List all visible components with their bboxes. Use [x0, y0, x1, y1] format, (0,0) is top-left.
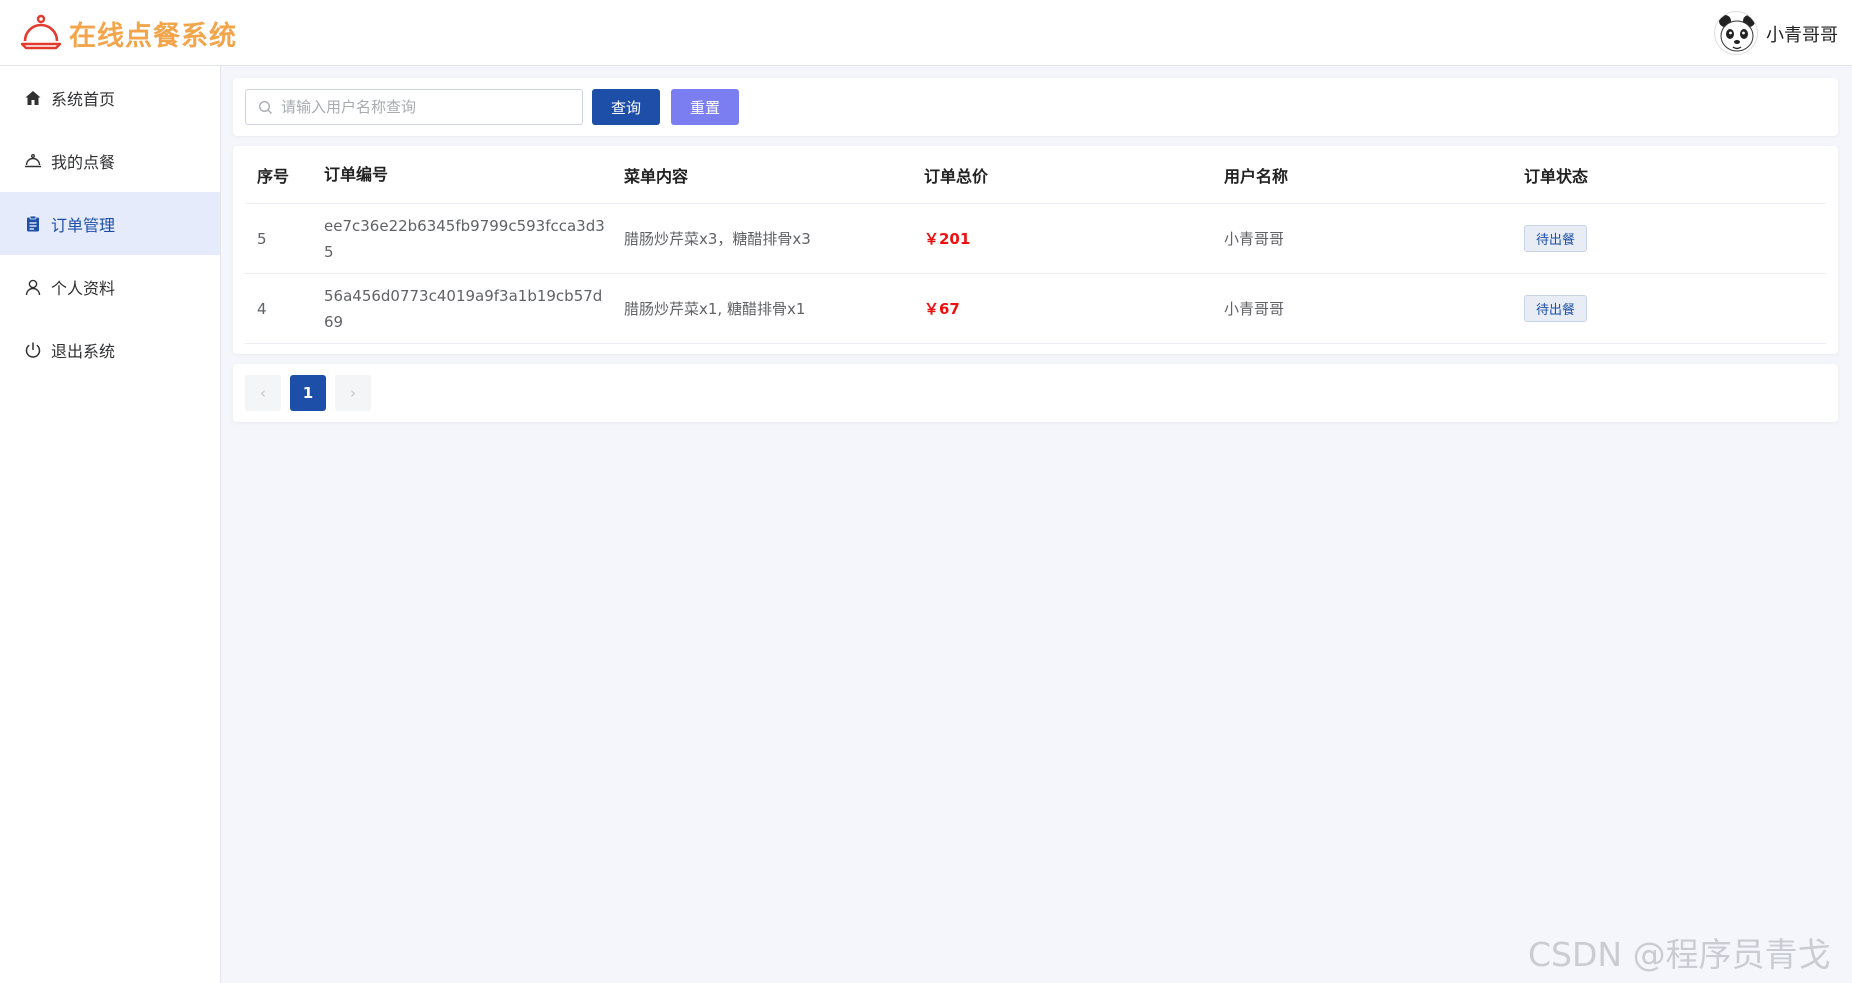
orders-table: 序号 订单编号 菜单内容 订单总价 用户名称 订单状态 5 ee7c36e22b… — [245, 146, 1826, 344]
query-button[interactable]: 查询 — [592, 89, 660, 125]
table-row[interactable]: 5 ee7c36e22b6345fb9799c593fcca3d35 腊肠炒芹菜… — [245, 204, 1826, 274]
power-icon — [25, 342, 41, 358]
column-header-index: 序号 — [257, 166, 290, 186]
search-bar: 查询 重置 — [233, 78, 1838, 136]
top-header: 在线点餐系统 小青哥哥 — [0, 0, 1852, 66]
user-icon — [25, 279, 41, 295]
column-header-status: 订单状态 — [1524, 166, 1589, 186]
sidebar: 系统首页 我的点餐 订单管理 个人资料 退出系统 — [0, 66, 221, 983]
watermark: CSDN @程序员青戈 — [1528, 935, 1831, 974]
sidebar-item-label: 我的点餐 — [51, 152, 116, 172]
prev-page-button[interactable]: ‹ — [245, 375, 281, 411]
cell-price: ￥201 — [924, 230, 971, 248]
sidebar-item-label: 订单管理 — [51, 215, 116, 235]
dining-bell-icon — [20, 14, 62, 50]
search-icon — [259, 100, 272, 114]
status-badge: 待出餐 — [1524, 295, 1588, 322]
avatar[interactable] — [1714, 11, 1758, 55]
sidebar-item-order-management[interactable]: 订单管理 — [0, 192, 220, 255]
sidebar-item-profile[interactable]: 个人资料 — [0, 255, 220, 318]
cell-order-no: 56a456d0773c4019a9f3a1b19cb57d69 — [324, 286, 603, 331]
cell-user: 小青哥哥 — [1224, 230, 1285, 248]
username[interactable]: 小青哥哥 — [1766, 21, 1838, 47]
table-row[interactable]: 4 56a456d0773c4019a9f3a1b19cb57d69 腊肠炒芹菜… — [245, 274, 1826, 344]
search-input[interactable] — [281, 98, 571, 116]
main-content: 查询 重置 序号 订单编号 菜单内容 订单总价 用户名称 订单状态 5 ee7c… — [221, 66, 1852, 983]
cell-index: 5 — [257, 229, 267, 248]
sidebar-item-home[interactable]: 系统首页 — [0, 66, 220, 129]
sidebar-item-label: 系统首页 — [51, 89, 116, 109]
cell-price: ￥67 — [924, 300, 960, 318]
home-icon — [25, 90, 41, 105]
column-header-order-no: 订单编号 — [324, 164, 389, 184]
page-number-current[interactable]: 1 — [290, 375, 326, 411]
table-header-row: 序号 订单编号 菜单内容 订单总价 用户名称 订单状态 — [245, 146, 1826, 204]
pagination: ‹ 1 › — [233, 364, 1838, 422]
sidebar-item-label: 退出系统 — [51, 341, 116, 361]
cell-user: 小青哥哥 — [1224, 300, 1285, 318]
cell-order-no: ee7c36e22b6345fb9799c593fcca3d35 — [324, 216, 605, 261]
cell-items: 腊肠炒芹菜x1, 糖醋排骨x1 — [624, 300, 806, 318]
cell-index: 4 — [257, 299, 267, 318]
reset-button[interactable]: 重置 — [671, 89, 739, 125]
sidebar-item-my-orders[interactable]: 我的点餐 — [0, 129, 220, 192]
panda-avatar-icon — [1719, 15, 1755, 52]
dining-bell-icon — [25, 153, 41, 167]
column-header-items: 菜单内容 — [624, 166, 689, 186]
clipboard-icon — [27, 215, 39, 231]
status-badge: 待出餐 — [1524, 225, 1588, 252]
sidebar-item-logout[interactable]: 退出系统 — [0, 318, 220, 381]
column-header-user: 用户名称 — [1224, 166, 1289, 186]
orders-table-card: 序号 订单编号 菜单内容 订单总价 用户名称 订单状态 5 ee7c36e22b… — [233, 146, 1838, 354]
next-page-button[interactable]: › — [335, 375, 371, 411]
search-field[interactable] — [245, 89, 583, 125]
column-header-price: 订单总价 — [924, 166, 989, 186]
sidebar-item-label: 个人资料 — [51, 278, 116, 298]
app-title: 在线点餐系统 — [69, 21, 237, 52]
cell-items: 腊肠炒芹菜x3，糖醋排骨x3 — [624, 230, 811, 248]
